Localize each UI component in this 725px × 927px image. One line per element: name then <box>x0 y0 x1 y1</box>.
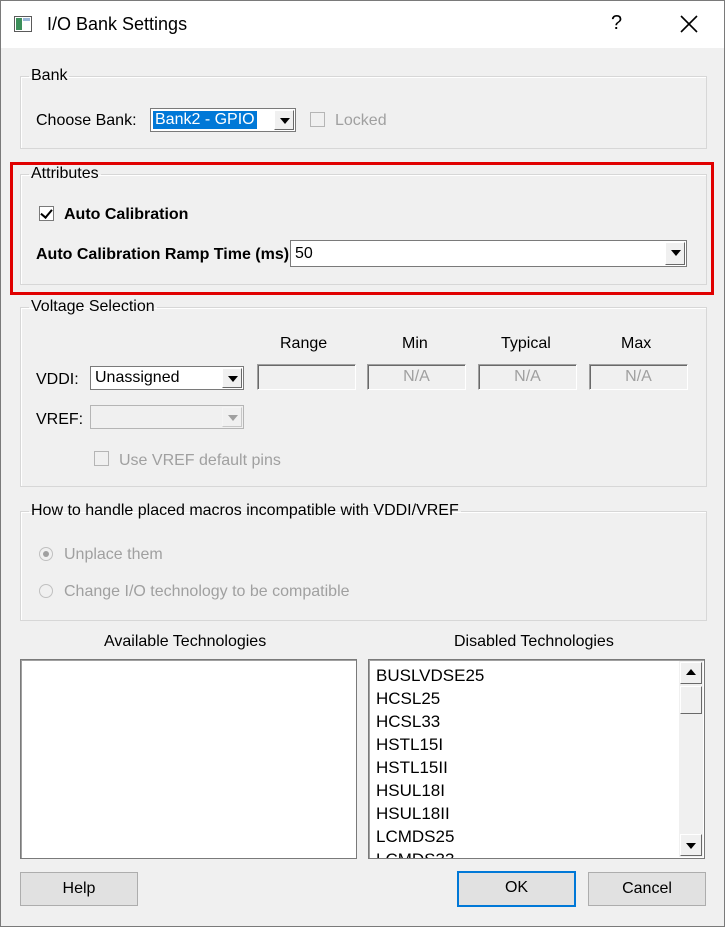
change-technology-radio[interactable] <box>39 584 53 598</box>
use-vref-default-checkbox[interactable] <box>94 451 109 466</box>
ok-button[interactable]: OK <box>457 871 576 907</box>
list-item[interactable]: HSTL15II <box>369 756 675 779</box>
choose-bank-label: Choose Bank: <box>36 112 137 129</box>
available-technologies-label: Available Technologies <box>104 633 267 650</box>
radio-dot-icon <box>43 551 49 557</box>
list-item[interactable]: HCSL33 <box>369 710 675 733</box>
cancel-button[interactable]: Cancel <box>588 872 706 906</box>
list-item[interactable]: HSUL18II <box>369 802 675 825</box>
unplace-label: Unplace them <box>64 546 163 563</box>
list-item[interactable]: LCMDS33 <box>369 848 675 858</box>
chevron-down-icon[interactable] <box>222 368 242 388</box>
list-item[interactable]: HCSL25 <box>369 687 675 710</box>
close-icon[interactable] <box>677 12 701 36</box>
list-item[interactable]: BUSLVDSE25 <box>369 664 675 687</box>
chevron-down-icon <box>222 407 242 427</box>
attributes-highlight-frame <box>10 162 714 295</box>
disabled-technologies-list[interactable]: BUSLVDSE25 HCSL25 HCSL33 HSTL15I HSTL15I… <box>368 659 705 859</box>
list-item[interactable]: HSUL18I <box>369 779 675 802</box>
choose-bank-dropdown[interactable]: Bank2 - GPIO <box>150 108 296 132</box>
vref-label: VREF: <box>36 411 84 428</box>
scrollbar-thumb[interactable] <box>680 686 702 714</box>
title-bar: I/O Bank Settings ? <box>1 1 724 48</box>
scroll-down-icon[interactable] <box>680 834 702 856</box>
list-item[interactable]: LCMDS25 <box>369 825 675 848</box>
max-field: N/A <box>589 364 688 390</box>
help-button[interactable]: Help <box>20 872 138 906</box>
typical-field: N/A <box>478 364 577 390</box>
range-field[interactable] <box>257 364 356 390</box>
handling-group-label: How to handle placed macros incompatible… <box>31 502 459 519</box>
locked-checkbox[interactable] <box>310 112 325 127</box>
window-app-icon <box>14 16 32 32</box>
disabled-technologies-label: Disabled Technologies <box>454 633 614 650</box>
io-bank-settings-dialog: I/O Bank Settings ? Bank Choose Bank: Ba… <box>0 0 725 927</box>
help-question-button[interactable]: ? <box>611 12 622 35</box>
min-header: Min <box>402 335 428 352</box>
window-title: I/O Bank Settings <box>47 14 188 34</box>
max-header: Max <box>621 335 652 352</box>
available-technologies-list[interactable] <box>20 659 357 859</box>
change-technology-label: Change I/O technology to be compatible <box>64 583 350 600</box>
bank-group-label: Bank <box>31 67 68 84</box>
vddi-value: Unassigned <box>95 369 180 386</box>
list-item[interactable]: HSTL15I <box>369 733 675 756</box>
chevron-down-icon[interactable] <box>274 110 294 130</box>
vertical-scrollbar[interactable] <box>679 661 703 857</box>
scroll-up-icon[interactable] <box>680 662 702 684</box>
use-vref-default-label: Use VREF default pins <box>119 452 281 469</box>
vref-dropdown[interactable] <box>90 405 244 429</box>
unplace-radio[interactable] <box>39 547 53 561</box>
vddi-label: VDDI: <box>36 371 79 388</box>
bank-group: Bank <box>20 67 707 149</box>
locked-label: Locked <box>335 112 387 129</box>
range-header: Range <box>280 335 328 352</box>
vddi-dropdown[interactable]: Unassigned <box>90 366 244 390</box>
choose-bank-value: Bank2 - GPIO <box>153 111 257 129</box>
voltage-selection-label: Voltage Selection <box>31 298 155 315</box>
typical-header: Typical <box>501 335 551 352</box>
min-field: N/A <box>367 364 466 390</box>
